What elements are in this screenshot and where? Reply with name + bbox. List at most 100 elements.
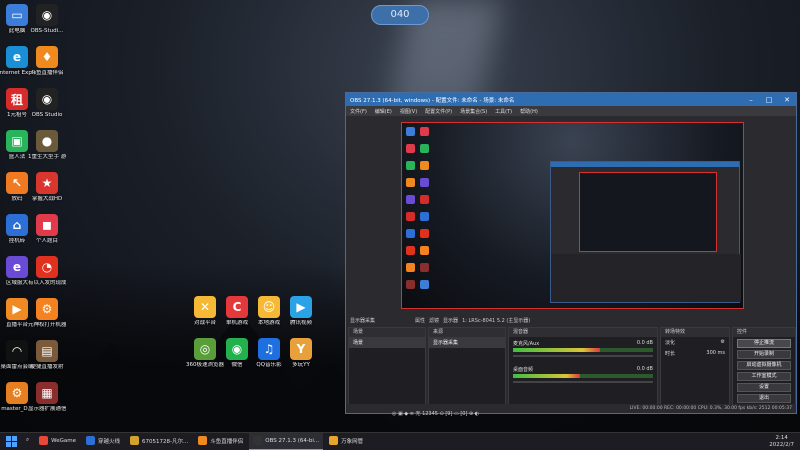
volume-slider[interactable]	[513, 381, 653, 383]
taskbar-app-icon	[329, 436, 339, 445]
desktop-icon[interactable]: ★ 掌握大战HD	[28, 172, 66, 203]
taskbar-item-label: 67051728-凡尔...	[141, 438, 189, 445]
preview-mini-icon	[406, 144, 415, 153]
mixer-track-db: 0.0 dB	[636, 340, 653, 346]
preview-canvas[interactable]	[401, 122, 744, 309]
desktop-icon[interactable]: ◔ 有以入发的现成	[28, 256, 66, 287]
app-icon: ▶	[6, 298, 28, 320]
obs-title-bar[interactable]: OBS 27.1.3 (64-bit, windows) - 配置文件: 未命名…	[346, 93, 796, 106]
clock-time: 2:14	[775, 434, 788, 441]
app-icon: 租	[6, 88, 28, 110]
desktop-icon[interactable]: ♦ 斗鱼直播伴侣	[28, 46, 66, 77]
app-icon: ✕	[194, 296, 216, 318]
menu-item[interactable]: 文件(F)	[350, 108, 367, 115]
preview-mini-icon	[406, 280, 415, 289]
app-icon: ▦	[36, 382, 58, 404]
control-button[interactable]: 退出	[737, 394, 791, 403]
taskbar-app-icon	[198, 436, 208, 445]
duration-input[interactable]: 300 ms	[706, 350, 725, 357]
app-icon: e	[6, 256, 28, 278]
app-icon: ♦	[36, 46, 58, 68]
app-icon: ▣	[6, 130, 28, 152]
preview-mini-icon	[406, 195, 415, 204]
menu-item[interactable]: 工具(T)	[495, 108, 512, 115]
maximize-icon[interactable]: □	[760, 96, 778, 104]
taskbar-app-icon	[39, 436, 49, 445]
preview-mini-icon	[406, 127, 415, 136]
desktop-icon[interactable]: Y 多玩YY	[282, 338, 320, 369]
mixer-track-db: 0.0 dB	[636, 366, 653, 372]
desktop-icon[interactable]: ◉ OBS Studio	[28, 88, 66, 119]
desktop-icon-label: OBS Studio	[31, 112, 63, 118]
control-button[interactable]: 停止推流	[737, 339, 791, 348]
app-icon: ◠	[6, 340, 28, 362]
control-button[interactable]: 开始录制	[737, 350, 791, 359]
menu-item[interactable]: 帮助(H)	[520, 108, 538, 115]
minimize-icon[interactable]: –	[742, 96, 760, 104]
app-icon: Y	[290, 338, 312, 360]
desktop-icon[interactable]: ◼ 个人题目	[28, 214, 66, 245]
obs-menu-bar: 文件(F) 编辑(E) 视图(V) 配置文件(P) 场景集合(S) 工具(T) 帮助(H)	[346, 106, 796, 116]
desktop-icon[interactable]: ▤ 便捷直播发射	[28, 340, 66, 371]
app-icon: ◉	[36, 4, 58, 26]
taskbar-app-icon	[253, 436, 263, 445]
controls-panel: 控件 停止推流 开始录制 启动虚拟摄像机 工作室模式 设置 退出	[732, 327, 796, 413]
taskbar-item[interactable]: 斗鱼直播伴侣	[194, 433, 247, 450]
desktop-icon-label: OBS-Studi...	[30, 28, 64, 34]
volume-slider[interactable]	[513, 355, 653, 357]
desktop-icon-label: 腾讯视频	[289, 320, 312, 326]
desktop-icon[interactable]: ● 1重生大型手 游服	[28, 130, 66, 161]
transition-select[interactable]: 淡化	[665, 339, 675, 346]
app-icon: ⚙	[36, 298, 58, 320]
desktop-icon[interactable]: ⚙ 元神权打开机器	[28, 298, 66, 329]
scenes-header: 场景	[349, 328, 425, 337]
top-badge: 040	[371, 5, 429, 25]
windows-start-icon[interactable]	[0, 433, 22, 450]
sources-panel: 来源 显示器采集 + – ⚙ ∧ ∨	[428, 327, 506, 413]
transitions-panel: 转场特效 淡化 ⚙ 时长 300 ms	[660, 327, 730, 413]
close-icon[interactable]: ✕	[778, 96, 796, 104]
app-icon: ★	[36, 172, 58, 194]
preview-mini-icon	[420, 280, 429, 289]
properties-button[interactable]: 属性	[415, 317, 425, 327]
taskbar-item[interactable]: 67051728-凡尔...	[126, 433, 192, 450]
display-label: 显示器	[443, 318, 459, 324]
desktop-icon[interactable]: ▦ 显示器扩展通信工具	[28, 382, 66, 413]
app-icon: ▤	[36, 340, 58, 362]
scene-item[interactable]: 场景	[349, 337, 425, 348]
menu-item[interactable]: 场景集合(S)	[460, 108, 487, 115]
mixer-track-name: 麦克风/Aux	[513, 341, 540, 347]
taskbar-item[interactable]: OBS 27.1.3 (64-bi...	[249, 432, 324, 450]
desktop-icon[interactable]: ▶ 腾讯视频	[282, 296, 320, 327]
app-icon: C	[226, 296, 248, 318]
desktop-icon[interactable]: ◉ OBS-Studi...	[28, 4, 66, 35]
obs-window[interactable]: OBS 27.1.3 (64-bit, windows) - 配置文件: 未命名…	[345, 92, 797, 414]
preview-mini-icon	[420, 161, 429, 170]
app-icon: ◼	[36, 214, 58, 236]
taskbar-item[interactable]: WeGame	[35, 433, 80, 450]
source-item[interactable]: 显示器采集	[429, 337, 505, 348]
display-select[interactable]: 1: LRSc-8041 5.2 (主显示器)	[462, 317, 530, 327]
preview-mini-icon	[420, 178, 429, 187]
taskbar-clock[interactable]: 2:14 2022/2/7	[769, 435, 800, 449]
sources-header: 来源	[429, 328, 505, 337]
menu-item[interactable]: 配置文件(P)	[425, 108, 452, 115]
desktop-icon-label: 掌握大战HD	[31, 196, 63, 202]
taskbar-item[interactable]: 穿越火线	[82, 433, 124, 450]
gear-icon[interactable]: ⚙	[721, 339, 725, 346]
preview-mini-icon	[420, 144, 429, 153]
filters-button[interactable]: 滤镜	[429, 317, 439, 327]
menu-item[interactable]: 编辑(E)	[375, 108, 392, 115]
control-button[interactable]: 启动虚拟摄像机	[737, 361, 791, 370]
control-button[interactable]: 工作室模式	[737, 372, 791, 381]
control-button[interactable]: 设置	[737, 383, 791, 392]
menu-item[interactable]: 视图(V)	[400, 108, 417, 115]
taskbar-item[interactable]: 万象网管	[325, 433, 367, 450]
desktop-icon-label: 显示器扩展通信工具	[28, 406, 66, 412]
desktop-icon-label: 个人题目	[35, 238, 58, 244]
desktop-icon-label: 1重生大型手 游服	[28, 154, 66, 160]
mixer-header: 混音器	[509, 328, 657, 337]
preview-mini-icon	[420, 127, 429, 136]
taskbar-search-icon[interactable]: ⌕	[22, 433, 33, 450]
preview-mini-icon	[406, 178, 415, 187]
